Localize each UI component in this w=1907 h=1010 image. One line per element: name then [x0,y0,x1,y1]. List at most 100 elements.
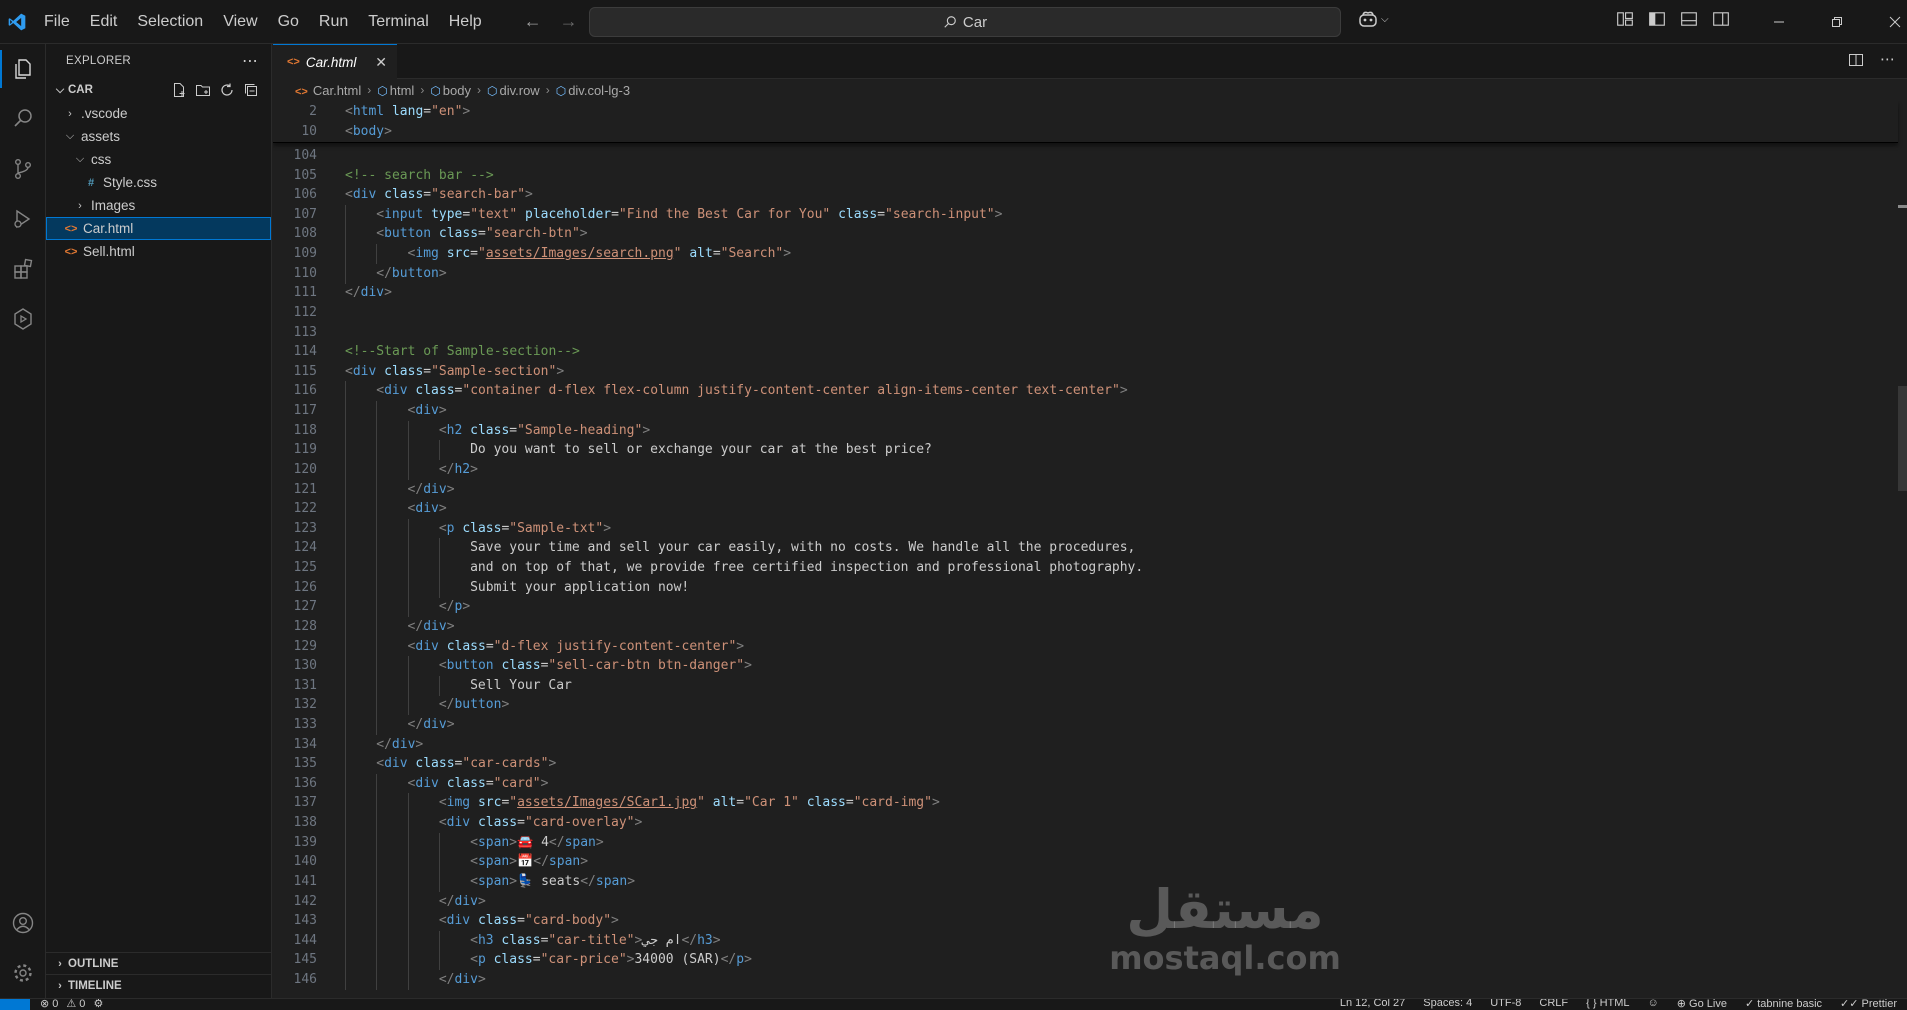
search-activity[interactable] [0,94,46,144]
code-line[interactable]: 142 </div> [273,892,1898,912]
status-right-item[interactable]: { } HTML [1586,999,1629,1010]
tree-item-vscode[interactable]: › .vscode [46,102,271,125]
menu-item-selection[interactable]: Selection [127,0,213,44]
code-line[interactable]: 110 </button> [273,264,1898,284]
code-line[interactable]: 138 <div class="card-overlay"> [273,813,1898,833]
breadcrumb-item[interactable]: ⬡ body [430,83,471,98]
new-file-icon[interactable] [171,82,187,98]
toggle-secondary-sidebar-icon[interactable] [1712,10,1730,28]
code-line[interactable]: 141 <span>💺 seats</span> [273,872,1898,892]
tree-item-css[interactable]: ⌵ css [46,148,271,171]
code-line[interactable]: 133 </div> [273,715,1898,735]
breadcrumb-item[interactable]: <> Car.html [295,83,361,98]
code-line[interactable]: 119 Do you want to sell or exchange your … [273,440,1898,460]
customize-layout-icon[interactable] [1616,10,1634,28]
tree-item-assets[interactable]: ⌵ assets [46,125,271,148]
manage-activity[interactable] [0,948,46,998]
code-line[interactable]: 113 [273,323,1898,343]
menu-item-go[interactable]: Go [268,0,309,44]
status-left-item[interactable]: ⚙ [93,999,103,1010]
status-right-item[interactable]: Ln 12, Col 27 [1340,999,1405,1010]
code-line[interactable]: 135 <div class="car-cards"> [273,754,1898,774]
outline-section[interactable]: › OUTLINE [46,952,271,974]
menu-item-run[interactable]: Run [309,0,358,44]
explorer-activity[interactable] [0,44,46,94]
status-right-item[interactable]: UTF-8 [1490,999,1521,1010]
code-editor[interactable]: 2 <html lang="en"> 10 <body> 104 105 <!-- sea… [273,101,1907,998]
code-line[interactable]: 108 <button class="search-btn"> [273,224,1898,244]
workspace-folder[interactable]: ⌵ CAR [46,78,271,102]
code-line[interactable]: 120 </h2> [273,460,1898,480]
refresh-icon[interactable] [219,82,235,98]
sticky-scroll[interactable]: 2 <html lang="en"> 10 <body> [273,101,1898,143]
tree-item-car-html[interactable]: <> Car.html [46,217,271,240]
breadcrumb-item[interactable]: ⬡ div.col-lg-3 [556,83,630,98]
code-line[interactable]: 129 <div class="d-flex justify-content-ce… [273,637,1898,657]
code-line[interactable]: 132 </button> [273,695,1898,715]
code-line[interactable]: 104 [273,146,1898,166]
menu-item-edit[interactable]: Edit [80,0,128,44]
code-line[interactable]: 136 <div class="card"> [273,774,1898,794]
extensions-activity[interactable] [0,244,46,294]
source-control-activity[interactable] [0,144,46,194]
status-left-item[interactable]: ⊗ 0 [40,999,58,1010]
code-line[interactable]: 130 <button class="sell-car-btn btn-dange… [273,656,1898,676]
code-line[interactable]: 112 [273,303,1898,323]
minimize-button[interactable] [1750,0,1808,44]
code-line[interactable]: 134 </div> [273,735,1898,755]
code-line[interactable]: 131 Sell Your Car [273,676,1898,696]
code-line[interactable]: 122 <div> [273,499,1898,519]
editor-scrollbar[interactable] [1898,101,1907,998]
back-arrow-icon[interactable]: ← [524,11,542,32]
split-editor-icon[interactable] [1848,52,1864,68]
code-line[interactable]: 123 <p class="Sample-txt"> [273,519,1898,539]
toggle-panel-icon[interactable] [1680,10,1698,28]
code-line[interactable]: 140 <span>📅</span> [273,852,1898,872]
code-line[interactable]: 114 <!--Start of Sample-section--> [273,342,1898,362]
code-line[interactable]: 105 <!-- search bar --> [273,166,1898,186]
code-line[interactable]: 144 <h3 class="car-title">ام جي</h3> [273,931,1898,951]
toggle-primary-sidebar-icon[interactable] [1648,10,1666,28]
menu-item-view[interactable]: View [213,0,267,44]
remote-indicator[interactable] [0,999,30,1010]
command-center-search[interactable]: Car [589,7,1341,37]
more-actions-icon[interactable]: ⋯ [1880,52,1895,68]
run-debug-activity[interactable] [0,194,46,244]
breadcrumb-item[interactable]: ⬡ div.row [487,83,540,98]
code-line[interactable]: 106 <div class="search-bar"> [273,185,1898,205]
collapse-all-icon[interactable] [243,82,259,98]
tree-item-images[interactable]: › Images [46,194,271,217]
close-icon[interactable]: ✕ [375,54,387,71]
tab-car-html[interactable]: <> Car.html ✕ [273,44,397,79]
code-line[interactable]: 117 <div> [273,401,1898,421]
code-line[interactable]: 143 <div class="card-body"> [273,911,1898,931]
tree-item-style-css[interactable]: # Style.css [46,171,271,194]
code-line[interactable]: 107 <input type="text" placeholder="Find … [273,205,1898,225]
code-line[interactable]: 139 <span>🚘 4</span> [273,833,1898,853]
code-line[interactable]: 124 Save your time and sell your car easi… [273,538,1898,558]
menu-item-terminal[interactable]: Terminal [358,0,438,44]
status-right-item[interactable]: ⊕ Go Live [1677,999,1727,1010]
status-right-item[interactable]: ✓ tabnine basic [1745,999,1822,1010]
timeline-section[interactable]: › TIMELINE [46,974,271,996]
code-line[interactable]: 118 <h2 class="Sample-heading"> [273,421,1898,441]
code-line[interactable]: 126 Submit your application now! [273,578,1898,598]
status-right-item[interactable]: Spaces: 4 [1423,999,1472,1010]
status-right-item[interactable]: ✓✓ Prettier [1840,999,1897,1010]
breadcrumb-item[interactable]: ⬡ html [377,83,414,98]
status-right-item[interactable]: ☺ [1648,999,1659,1010]
menu-item-file[interactable]: File [34,0,80,44]
scrollbar-thumb[interactable] [1898,386,1907,491]
accounts-activity[interactable] [0,898,46,948]
code-line[interactable]: 127 </p> [273,597,1898,617]
code-line[interactable]: 125 and on top of that, we provide free c… [273,558,1898,578]
new-folder-icon[interactable] [195,82,211,98]
tree-item-sell-html[interactable]: <> Sell.html [46,240,271,263]
code-line[interactable]: 137 <img src = "assets/Images/SCar1.jpg" al… [273,793,1898,813]
code-line[interactable]: 111 </div> [273,283,1898,303]
status-right-item[interactable]: CRLF [1539,999,1568,1010]
code-line[interactable]: 115 <div class="Sample-section"> [273,362,1898,382]
code-line[interactable]: 145 <p class="car-price">34000 (SAR)</p> [273,950,1898,970]
restore-button[interactable] [1808,0,1866,44]
code-line[interactable]: 10 <body> [273,122,1898,142]
